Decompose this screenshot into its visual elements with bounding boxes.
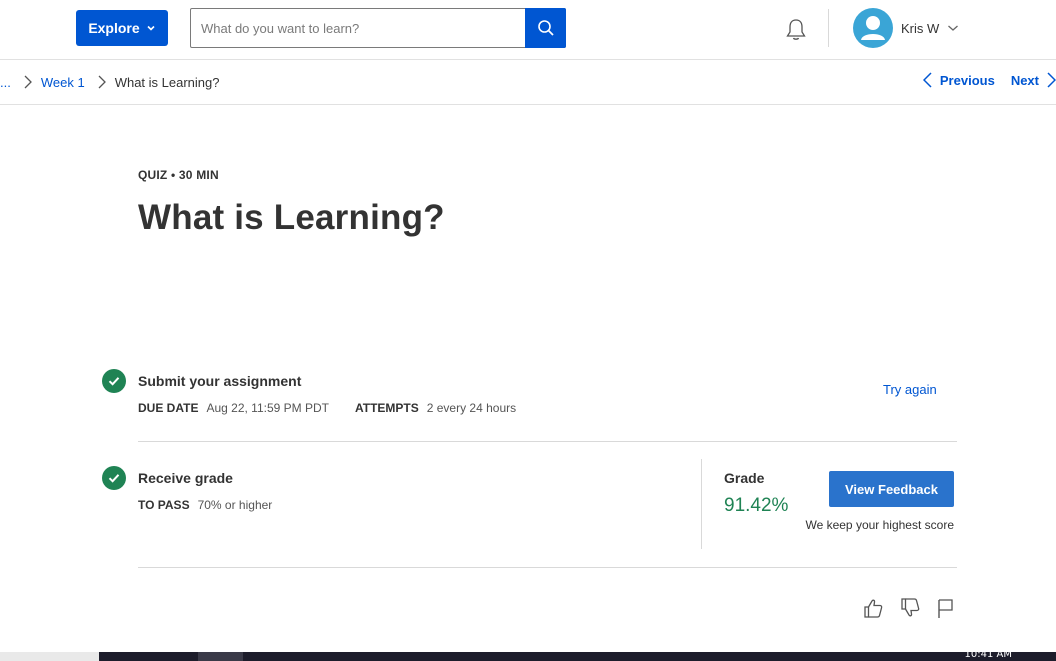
section-divider (138, 567, 957, 568)
attempts-value: 2 every 24 hours (426, 401, 517, 415)
next-button[interactable]: Next (1011, 72, 1056, 88)
user-menu[interactable]: Kris W (853, 8, 959, 48)
due-date-value: Aug 22, 11:59 PM PDT (206, 401, 329, 415)
grade-meta: TO PASS 70% or higher (138, 498, 272, 512)
breadcrumb-bar: ... Week 1 What is Learning? Previous Ne… (0, 60, 1056, 105)
avatar (853, 8, 893, 48)
taskbar-start-area (0, 652, 99, 661)
bell-icon (786, 19, 806, 40)
check-icon (102, 369, 126, 393)
grade-label: Grade (724, 470, 765, 486)
search-input[interactable] (191, 9, 526, 47)
breadcrumb-week[interactable]: Week 1 (41, 75, 85, 90)
breadcrumb: ... Week 1 What is Learning? (0, 73, 219, 91)
os-taskbar: 10:41 AM (99, 652, 1056, 661)
chevron-right-icon (95, 73, 109, 91)
due-date-label: DUE DATE (138, 401, 199, 415)
top-header: Explore Kris W (0, 0, 1056, 60)
chevron-left-icon (922, 72, 932, 88)
previous-label: Previous (939, 72, 995, 88)
chevron-down-icon (147, 25, 155, 31)
submit-assignment-title: Submit your assignment (138, 373, 302, 389)
like-button[interactable] (861, 596, 885, 620)
item-navigation: Previous Next (922, 72, 1056, 88)
header-divider (828, 9, 829, 47)
previous-button[interactable]: Previous (922, 72, 995, 88)
search-button[interactable] (525, 8, 566, 48)
submit-meta: DUE DATE Aug 22, 11:59 PM PDT ATTEMPTS 2… (138, 401, 516, 415)
grade-value: 91.42% (724, 495, 789, 516)
breadcrumb-current: What is Learning? (114, 74, 220, 90)
thumbs-up-icon (864, 599, 883, 618)
report-button[interactable] (933, 596, 957, 620)
user-avatar-icon (861, 16, 885, 40)
view-feedback-button[interactable]: View Feedback (829, 471, 954, 507)
to-pass-label: TO PASS (138, 498, 190, 512)
section-divider (138, 441, 957, 442)
receive-grade-title: Receive grade (138, 470, 233, 486)
explore-button[interactable]: Explore (76, 10, 168, 46)
next-label: Next (1010, 72, 1039, 88)
quiz-eyebrow: QUIZ • 30 MIN (138, 168, 219, 182)
explore-label: Explore (88, 20, 140, 36)
page-title: What is Learning? (138, 198, 445, 237)
grade-divider (701, 459, 702, 549)
search-icon (537, 20, 554, 36)
notifications-button[interactable] (782, 16, 810, 44)
attempts-label: ATTEMPTS (354, 401, 419, 415)
user-name: Kris W (901, 20, 940, 36)
flag-icon (938, 599, 953, 618)
try-again-link[interactable]: Try again (883, 382, 937, 397)
chevron-right-icon (1047, 72, 1056, 88)
thumbs-down-icon (901, 598, 920, 617)
search-box (190, 8, 566, 48)
check-icon (102, 466, 126, 490)
dislike-button[interactable] (898, 596, 922, 620)
highest-score-note: We keep your highest score (805, 518, 954, 532)
taskbar-active-app[interactable] (198, 652, 243, 661)
chevron-down-icon (948, 25, 959, 31)
to-pass-value: 70% or higher (197, 498, 273, 512)
breadcrumb-ellipsis[interactable]: ... (0, 75, 11, 90)
chevron-right-icon (21, 73, 35, 91)
taskbar-clock: 10:41 AM (964, 652, 1012, 660)
